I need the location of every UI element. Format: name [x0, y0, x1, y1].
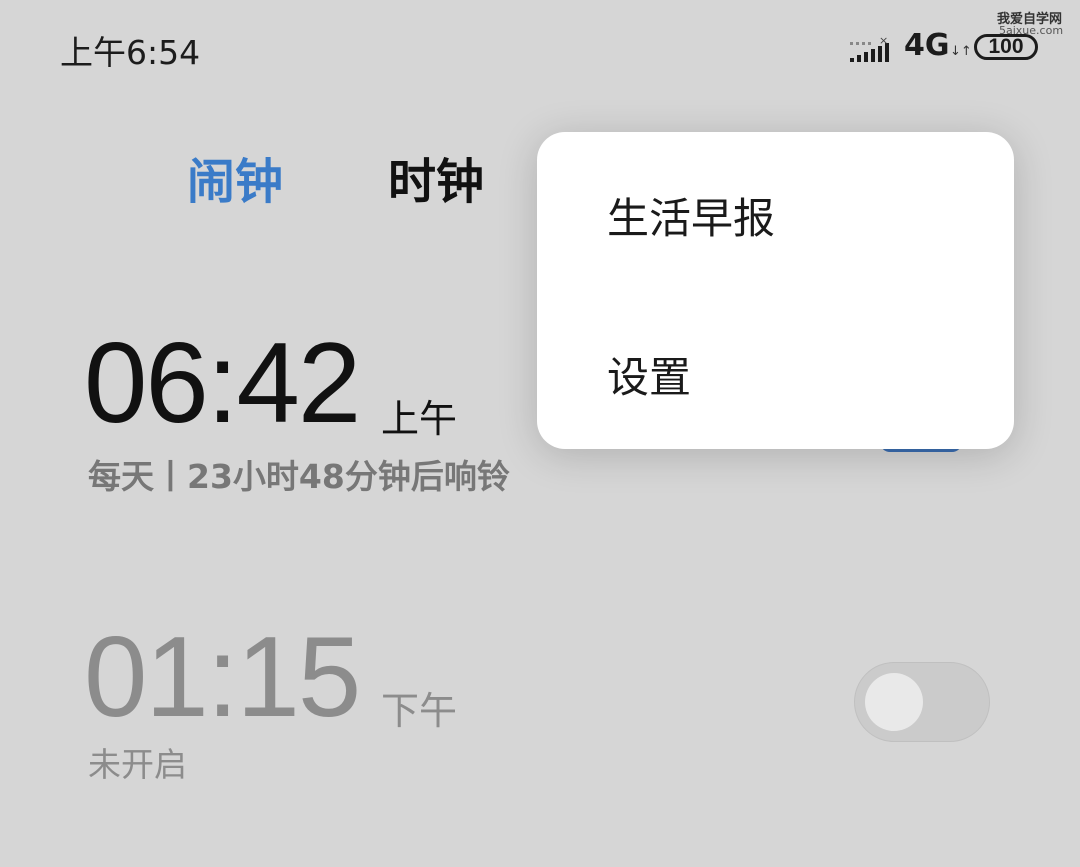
menu-item-label: 设置 [607, 352, 692, 402]
battery-level: 100 [988, 35, 1024, 58]
tab-alarm[interactable]: 闹钟 [187, 142, 283, 212]
toggle-knob [865, 673, 923, 731]
signal-bars-icon: × [850, 34, 889, 62]
svg-text:×: × [879, 34, 888, 47]
tab-clock[interactable]: 时钟 [388, 142, 484, 212]
alarm-description: 每天丨23小时48分钟后响铃 [88, 457, 510, 496]
alarm-description: 未开启 [88, 745, 187, 784]
alarm-ampm: 下午 [381, 689, 458, 733]
watermark-url: 5aixue.com [999, 24, 1064, 37]
alarm-toggle-off[interactable] [854, 662, 990, 742]
data-activity-icon: ↓↑ [950, 44, 972, 59]
network-type: 4G [904, 28, 950, 63]
battery-icon: 100 [974, 34, 1038, 60]
status-bar-time: 上午6:54 [60, 33, 201, 72]
menu-item-settings[interactable]: 设置 [537, 295, 1014, 453]
menu-item-label: 生活早报 [607, 193, 776, 243]
alarm-time[interactable]: 01:15 [84, 612, 361, 743]
menu-item-daily-brief[interactable]: 生活早报 [537, 136, 1014, 294]
alarm-ampm: 上午 [381, 397, 458, 441]
overflow-menu: 生活早报 设置 [537, 132, 1014, 449]
alarm-time[interactable]: 06:42 [84, 318, 361, 449]
